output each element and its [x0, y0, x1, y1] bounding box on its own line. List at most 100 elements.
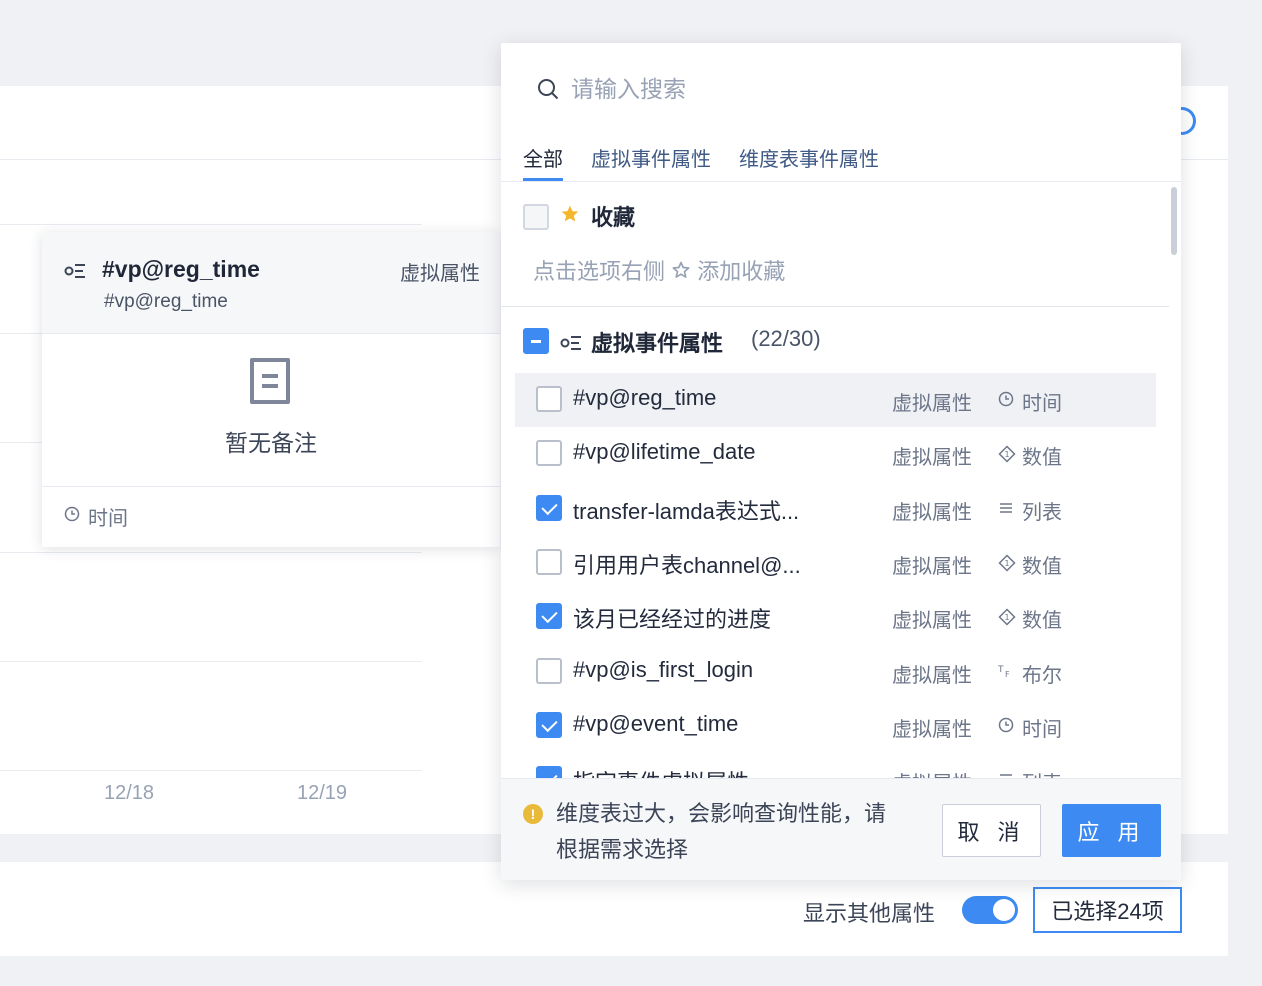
item-type: 数值	[1022, 447, 1062, 469]
item-type: 时间	[1022, 719, 1062, 741]
item-type: 列表	[1022, 767, 1062, 778]
svg-text:1: 1	[1004, 559, 1009, 568]
group-title: 虚拟事件属性	[591, 331, 724, 356]
x-tick-label: 12/18	[104, 782, 155, 804]
card-footer: 时间	[42, 487, 500, 545]
item-name: #vp@lifetime_date	[573, 439, 756, 464]
virtual-property-icon	[64, 262, 86, 285]
warning-text: 维度表过大，会影响查询性能，请根据需求选择	[556, 801, 887, 862]
item-checkbox[interactable]	[536, 658, 562, 684]
panel-footer: ! 维度表过大，会影响查询性能，请根据需求选择 取 消 应 用	[501, 778, 1181, 880]
favorites-checkbox	[523, 204, 549, 230]
x-tick-label: 12/19	[297, 782, 348, 804]
item-type: 时间	[1022, 393, 1062, 415]
number-icon: 1	[998, 554, 1016, 577]
item-name: 指定事件虚拟属性	[573, 765, 749, 778]
section-divider	[501, 306, 1169, 307]
number-icon: 1	[998, 445, 1016, 468]
item-tag: 虚拟属性	[892, 447, 972, 469]
svg-text:1: 1	[1004, 450, 1009, 459]
favorites-hint: 点击选项右侧 添加收藏	[533, 254, 785, 286]
list-item[interactable]: 该月已经经过的进度 虚拟属性 1 数值	[515, 590, 1156, 644]
item-tag: 虚拟属性	[892, 393, 972, 415]
show-other-label: 显示其他属性	[803, 901, 936, 926]
item-name: 引用用户表channel@...	[573, 553, 801, 578]
list-item[interactable]: #vp@is_first_login 虚拟属性 TF 布尔	[515, 645, 1156, 699]
item-type: 列表	[1022, 502, 1062, 524]
grid-line	[0, 224, 422, 225]
svg-text:F: F	[1005, 670, 1010, 679]
empty-note: 暂无备注	[225, 430, 317, 456]
card-header: #vp@reg_time #vp@reg_time 虚拟属性	[42, 232, 500, 334]
warning-icon: !	[523, 804, 543, 824]
svg-text:1: 1	[1004, 613, 1009, 622]
tab-dimension-table-properties[interactable]: 维度表事件属性	[739, 143, 879, 181]
options-list[interactable]: 收藏 点击选项右侧 添加收藏 虚拟事件属性 (22/30) #vp@reg_ti…	[501, 182, 1181, 778]
list-item[interactable]: 指定事件虚拟属性 虚拟属性 列表	[515, 753, 1156, 778]
svg-text:T: T	[998, 665, 1004, 675]
document-icon	[250, 358, 290, 404]
item-checkbox[interactable]	[536, 766, 562, 778]
item-checkbox[interactable]	[536, 386, 562, 412]
toggle-knob	[993, 899, 1015, 921]
clock-icon	[998, 717, 1014, 738]
card-title: #vp@reg_time	[102, 256, 260, 282]
cancel-button[interactable]: 取 消	[942, 804, 1041, 857]
item-tag: 虚拟属性	[892, 502, 972, 524]
item-checkbox[interactable]	[536, 495, 562, 521]
scrollbar-thumb[interactable]	[1171, 187, 1177, 255]
item-tag: 虚拟属性	[892, 556, 972, 578]
list-icon	[998, 771, 1014, 778]
clock-icon	[64, 506, 80, 527]
grid-line	[0, 552, 422, 553]
card-body: 暂无备注	[42, 334, 500, 487]
clock-icon	[998, 391, 1014, 412]
item-type: 数值	[1022, 610, 1062, 632]
card-tag: 虚拟属性	[400, 263, 480, 285]
item-name: #vp@is_first_login	[573, 657, 754, 682]
star-icon	[560, 204, 580, 229]
apply-button[interactable]: 应 用	[1062, 804, 1161, 857]
card-type-label: 时间	[88, 508, 128, 530]
list-item[interactable]: transfer-lamda表达式... 虚拟属性 列表	[515, 482, 1156, 536]
search-icon	[537, 78, 559, 105]
group-count: (22/30)	[751, 326, 821, 351]
star-outline-icon	[671, 257, 691, 282]
list-item[interactable]: #vp@lifetime_date 虚拟属性 1 数值	[515, 427, 1156, 481]
item-checkbox[interactable]	[536, 549, 562, 575]
item-name: #vp@reg_time	[573, 385, 717, 410]
card-subtitle: #vp@reg_time	[104, 291, 228, 312]
list-item[interactable]: 引用用户表channel@... 虚拟属性 1 数值	[515, 536, 1156, 590]
item-tag: 虚拟属性	[892, 719, 972, 741]
item-tag: 虚拟属性	[892, 767, 972, 778]
property-detail-card: #vp@reg_time #vp@reg_time 虚拟属性 暂无备注 时间	[42, 232, 500, 547]
tab-virtual-event-properties[interactable]: 虚拟事件属性	[591, 143, 711, 181]
item-type: 数值	[1022, 556, 1062, 578]
favorites-hint-text: 点击选项右侧	[533, 259, 666, 284]
virtual-property-icon	[560, 334, 582, 357]
item-checkbox[interactable]	[536, 712, 562, 738]
tab-bar: 全部 虚拟事件属性 维度表事件属性	[523, 143, 907, 181]
grid-line	[0, 661, 422, 662]
list-item[interactable]: #vp@event_time 虚拟属性 时间	[515, 699, 1156, 753]
item-tag: 虚拟属性	[892, 665, 972, 687]
item-name: 该月已经经过的进度	[573, 607, 772, 632]
item-type: 布尔	[1022, 665, 1062, 687]
number-icon: 1	[998, 608, 1016, 631]
list-icon	[998, 500, 1014, 521]
item-tag: 虚拟属性	[892, 610, 972, 632]
item-checkbox[interactable]	[536, 440, 562, 466]
boolean-icon: TF	[997, 663, 1016, 684]
item-name: #vp@event_time	[573, 711, 739, 736]
list-item[interactable]: #vp@reg_time 虚拟属性 时间	[515, 373, 1156, 427]
grid-line	[0, 770, 422, 771]
favorites-hint-text: 添加收藏	[697, 259, 786, 284]
selected-count-button[interactable]: 已选择24项	[1033, 887, 1182, 933]
favorites-title: 收藏	[591, 205, 636, 230]
tab-all[interactable]: 全部	[523, 143, 563, 181]
item-checkbox[interactable]	[536, 603, 562, 629]
search-input[interactable]	[571, 69, 1131, 109]
show-other-toggle[interactable]	[962, 896, 1018, 924]
group-checkbox[interactable]	[523, 328, 549, 354]
item-name: transfer-lamda表达式...	[573, 499, 800, 524]
